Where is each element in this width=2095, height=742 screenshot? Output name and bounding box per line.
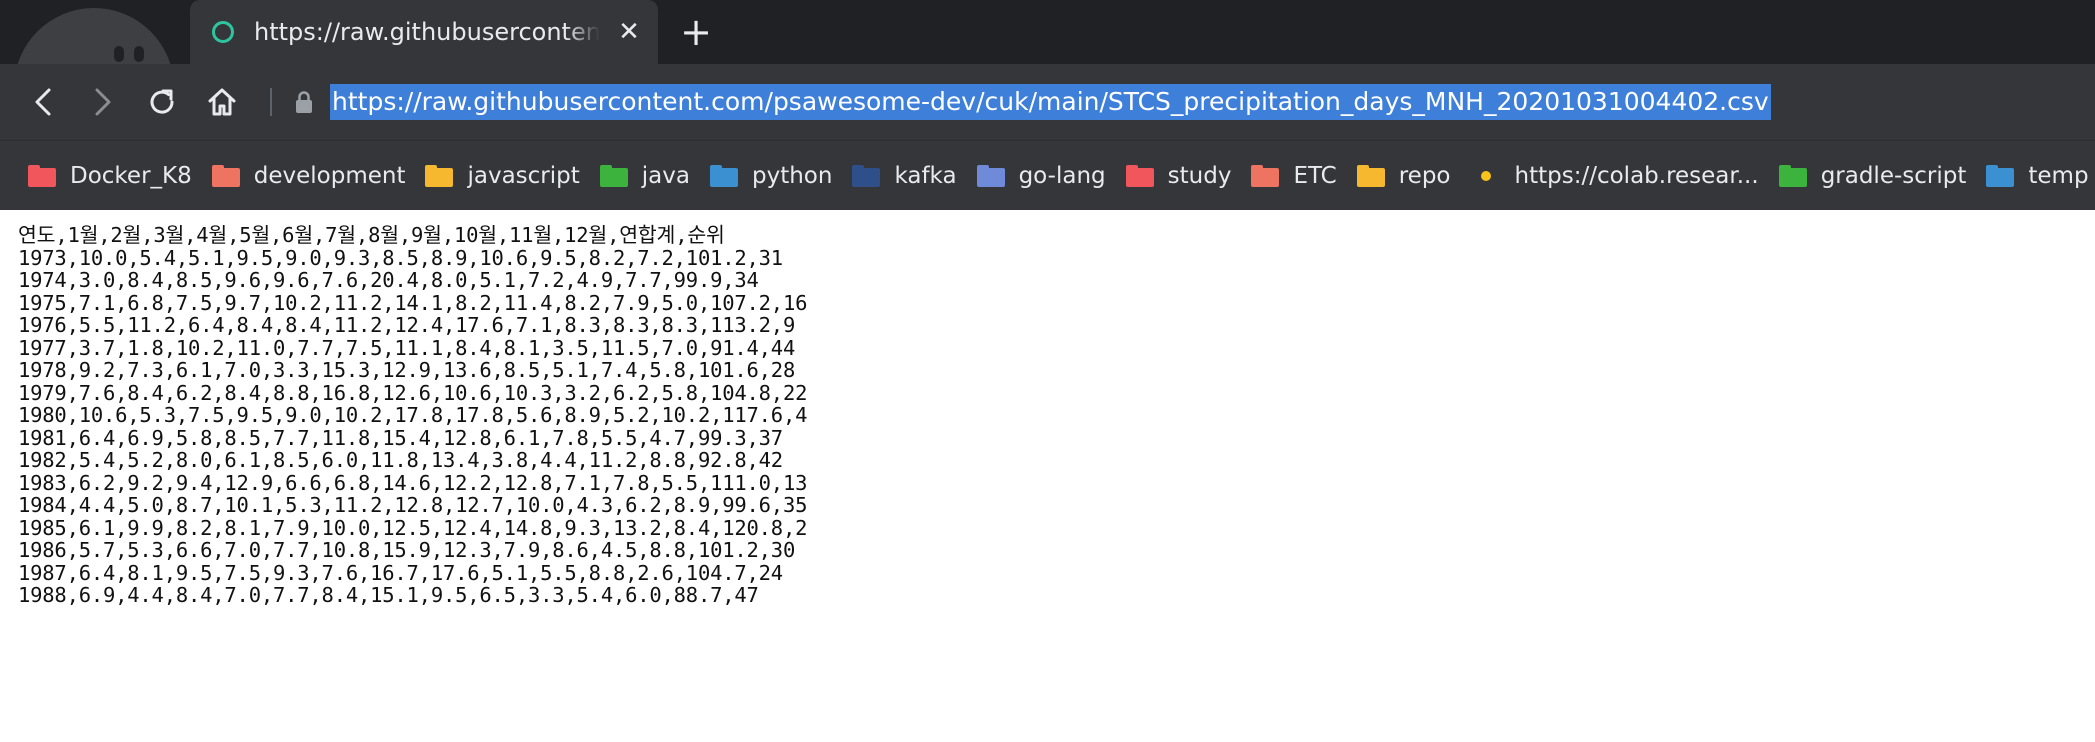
csv-data-line: 1988,6.9,4.4,8.4,7.0,7.7,8.4,15.1,9.5,6.… xyxy=(18,583,759,607)
csv-data-line: 1987,6.4,8.1,9.5,7.5,9.3,7.6,16.7,17.6,5… xyxy=(18,560,783,585)
home-icon[interactable] xyxy=(202,82,242,122)
bookmark-label: https://colab.resear... xyxy=(1514,162,1759,189)
csv-data-line: 1976,5.5,11.2,6.4,8.4,8.4,11.2,12.4,17.6… xyxy=(18,313,796,337)
bookmark-label: ETC xyxy=(1293,162,1337,189)
bookmark-label: temp xyxy=(2028,162,2089,189)
folder-icon xyxy=(976,164,1005,187)
folder-icon xyxy=(1125,164,1154,187)
bookmark-item[interactable]: javascript xyxy=(425,162,580,189)
reload-icon[interactable] xyxy=(142,82,182,122)
ghost-eye xyxy=(114,46,124,62)
folder-icon xyxy=(211,164,240,187)
folder-icon xyxy=(1778,164,1807,187)
bookmark-label: study xyxy=(1167,162,1232,189)
folder-icon xyxy=(1356,164,1385,187)
bookmark-item[interactable]: go-lang xyxy=(976,162,1106,189)
bookmark-label: kafka xyxy=(894,162,957,189)
csv-data-line: 1978,9.2,7.3,6.1,7.0,3.3,15.3,12.9,13.6,… xyxy=(18,358,796,382)
csv-data-line: 1975,7.1,6.8,7.5,9.7,10.2,11.2,14.1,8.2,… xyxy=(18,290,808,315)
tab-strip: https://raw.githubusercontent.co ✕ + xyxy=(0,0,2095,64)
ghost-eye xyxy=(134,46,144,62)
active-tab[interactable]: https://raw.githubusercontent.co ✕ xyxy=(190,0,658,64)
bookmark-label: Docker_K8 xyxy=(70,162,192,189)
bookmark-label: development xyxy=(253,162,406,189)
csv-data-line: 1977,3.7,1.8,10.2,11.0,7.7,7.5,11.1,8.4,… xyxy=(18,335,796,360)
bookmark-label: gradle-script xyxy=(1820,162,1967,189)
csv-data-line: 1983,6.2,9.2,9.4,12.9,6.6,6.8,14.6,12.2,… xyxy=(18,470,808,495)
csv-data-line: 1980,10.6,5.3,7.5,9.5,9.0,10.2,17.8,17.8… xyxy=(18,403,808,427)
lock-icon[interactable] xyxy=(292,90,316,114)
tab-title: https://raw.githubusercontent.co xyxy=(254,18,600,46)
folder-icon xyxy=(425,164,454,187)
bookmark-label: python xyxy=(751,162,833,189)
csv-data-line: 1973,10.0,5.4,5.1,9.5,9.0,9.3,8.5,8.9,10… xyxy=(18,245,783,270)
forward-arrow-icon[interactable] xyxy=(82,82,122,122)
bookmark-item[interactable]: kafka xyxy=(852,162,957,189)
csv-data-line: 1981,6.4,6.9,5.8,8.5,7.7,11.8,15.4,12.8,… xyxy=(18,425,783,450)
bookmark-item[interactable]: ETC xyxy=(1251,162,1337,189)
back-arrow-icon[interactable] xyxy=(24,82,64,122)
bookmark-label: repo xyxy=(1398,162,1451,189)
bookmark-item[interactable]: java xyxy=(599,162,690,189)
address-bar[interactable]: https://raw.githubusercontent.com/psawes… xyxy=(330,84,2095,120)
bookmarks-bar: Docker_K8 development javascript java python… xyxy=(0,140,2095,210)
new-tab-plus-icon[interactable]: + xyxy=(676,12,716,52)
csv-data-line: 1979,7.6,8.4,6.2,8.4,8.8,16.8,12.6,10.6,… xyxy=(18,380,808,405)
folder-icon xyxy=(709,164,738,187)
profile-ghost-icon xyxy=(14,8,174,64)
link-favicon-icon xyxy=(1480,170,1491,181)
csv-raw-text: 연도,1월,2월,3월,4월,5월,6월,7월,8월,9월,10월,11월,12… xyxy=(0,210,2095,607)
bookmark-item[interactable]: gradle-script xyxy=(1778,162,1967,189)
bookmark-item[interactable]: https://colab.resear... xyxy=(1471,163,1759,189)
folder-icon xyxy=(28,164,56,187)
csv-data-line: 1985,6.1,9.9,8.2,8.1,7.9,10.0,12.5,12.4,… xyxy=(18,515,808,540)
bookmark-item[interactable]: study xyxy=(1125,162,1232,189)
folder-icon xyxy=(599,164,628,187)
bookmark-item[interactable]: python xyxy=(709,162,833,189)
bookmark-label: go-lang xyxy=(1018,162,1106,189)
bookmark-label: java xyxy=(641,162,690,189)
close-icon[interactable]: ✕ xyxy=(614,19,644,45)
folder-icon xyxy=(1986,164,2015,187)
folder-icon xyxy=(1251,164,1280,187)
toolbar-separator xyxy=(270,88,272,116)
bookmark-item[interactable]: repo xyxy=(1356,162,1451,189)
toolbar: https://raw.githubusercontent.com/psawes… xyxy=(0,64,2095,140)
csv-data-line: 1974,3.0,8.4,8.5,9.6,9.6,7.6,20.4,8.0,5.… xyxy=(18,268,759,292)
csv-header-line: 연도,1월,2월,3월,4월,5월,6월,7월,8월,9월,10월,11월,12… xyxy=(18,223,725,247)
csv-data-line: 1984,4.4,5.0,8.7,10.1,5.3,11.2,12.8,12.7… xyxy=(18,493,808,517)
folder-icon xyxy=(852,164,881,187)
address-bar-url[interactable]: https://raw.githubusercontent.com/psawes… xyxy=(330,84,1771,120)
csv-data-line: 1986,5.7,5.3,6.6,7.0,7.7,10.8,15.9,12.3,… xyxy=(18,538,796,562)
bookmark-label: javascript xyxy=(467,162,580,189)
loading-favicon-icon xyxy=(212,21,234,43)
csv-data-line: 1982,5.4,5.2,8.0,6.1,8.5,6.0,11.8,13.4,3… xyxy=(18,448,783,472)
bookmark-item[interactable]: development xyxy=(211,162,406,189)
bookmark-item[interactable]: temp xyxy=(1986,162,2089,189)
bookmark-item[interactable]: Docker_K8 xyxy=(28,163,192,189)
